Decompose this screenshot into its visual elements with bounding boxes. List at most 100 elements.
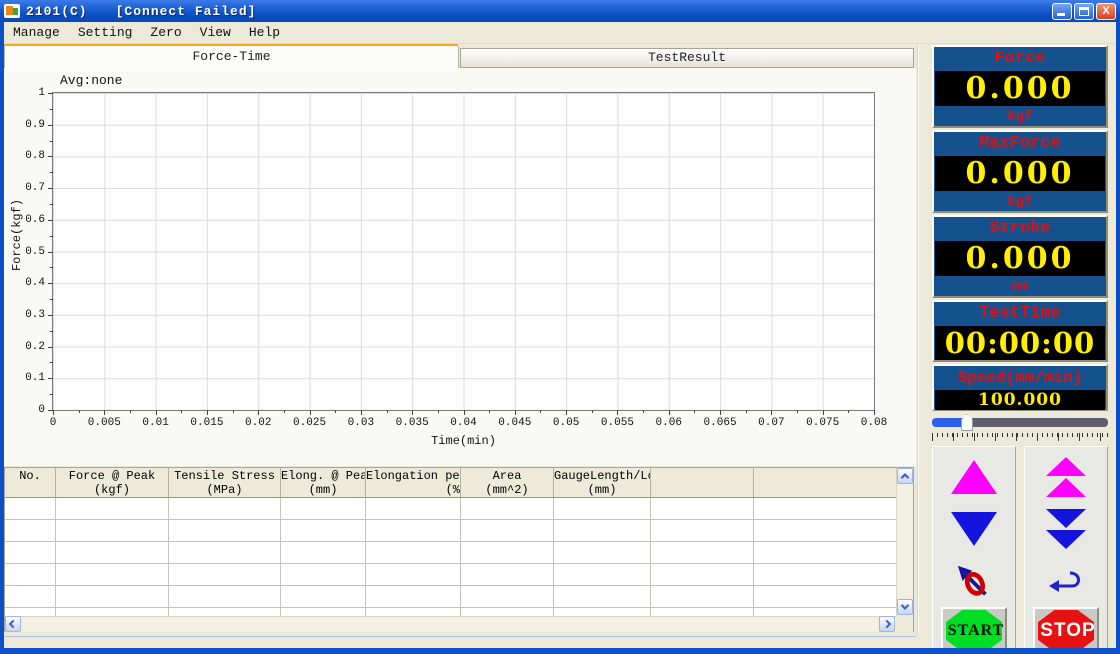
x-tick <box>464 410 465 415</box>
y-tick <box>48 283 53 284</box>
x-tick-label: 0.065 <box>704 417 737 429</box>
x-tick-label: 0.035 <box>396 417 429 429</box>
slider-tick-ruler <box>932 433 1108 442</box>
menu-view[interactable]: View <box>191 23 240 42</box>
menu-help[interactable]: Help <box>240 23 289 42</box>
x-tick-label: 0.015 <box>190 417 223 429</box>
stop-button[interactable]: STOP <box>1033 607 1099 648</box>
tab-test-result[interactable]: TestResult <box>460 48 914 68</box>
maximize-button[interactable] <box>1074 3 1094 20</box>
horizontal-scrollbar[interactable] <box>5 616 896 632</box>
results-table-body <box>5 498 896 616</box>
stroke-unit: mm <box>934 276 1106 299</box>
x-minor-tick <box>643 410 644 413</box>
testtime-label: TestTime <box>934 302 1106 326</box>
x-minor-tick <box>592 410 593 413</box>
table-cell <box>461 564 554 585</box>
x-tick-label: 0.055 <box>601 417 634 429</box>
x-minor-tick <box>694 410 695 413</box>
y-minor-tick <box>50 299 53 300</box>
y-tick-label: 0.2 <box>25 341 45 353</box>
return-button[interactable] <box>1030 563 1102 599</box>
y-tick-label: 0.9 <box>25 119 45 131</box>
table-cell <box>5 564 56 585</box>
titlebar[interactable]: 2101(C) [Connect Failed] X <box>0 0 1120 22</box>
column-header: Force @ Peak(kgf) <box>56 468 169 497</box>
jog-up-button[interactable] <box>938 453 1010 501</box>
y-tick <box>48 188 53 189</box>
y-tick <box>48 315 53 316</box>
fast-up-button[interactable] <box>1030 453 1102 501</box>
table-cell <box>651 586 754 607</box>
table-row[interactable] <box>5 564 896 586</box>
table-cell <box>169 498 281 519</box>
table-cell <box>554 542 651 563</box>
table-row[interactable] <box>5 586 896 608</box>
jog-column-right: STOP <box>1024 446 1108 648</box>
table-row[interactable] <box>5 542 896 564</box>
zero-clear-button[interactable] <box>938 563 1010 599</box>
table-cell <box>554 520 651 541</box>
x-tick-label: 0.04 <box>450 417 476 429</box>
y-tick-label: 0.3 <box>25 309 45 321</box>
tab-force-time[interactable]: Force-Time <box>4 46 459 68</box>
up-triangle-icon <box>951 460 997 494</box>
column-header: Area(mm^2) <box>461 468 554 497</box>
y-minor-tick <box>50 331 53 332</box>
control-panel: Force 0.000 kgf MaxForce 0.000 kgf Strok… <box>932 45 1108 648</box>
scroll-right-button[interactable] <box>879 616 895 632</box>
stop-button-label: STOP <box>1031 609 1105 648</box>
x-tick-label: 0.075 <box>806 417 839 429</box>
x-tick-label: 0.02 <box>245 417 271 429</box>
x-minor-tick <box>797 410 798 413</box>
fast-down-button[interactable] <box>1030 505 1102 553</box>
scroll-up-button[interactable] <box>897 468 913 484</box>
x-tick <box>258 410 259 415</box>
table-cell <box>366 520 461 541</box>
speed-slider-thumb[interactable] <box>961 414 973 431</box>
maxforce-readout: MaxForce 0.000 kgf <box>932 130 1108 213</box>
table-cell <box>56 586 169 607</box>
speed-slider-track[interactable] <box>932 418 1108 427</box>
column-header <box>651 468 754 497</box>
arrow-through-ring-icon <box>953 563 995 599</box>
table-cell <box>169 520 281 541</box>
menu-manage[interactable]: Manage <box>4 23 69 42</box>
speed-readout: Speed(mm/min) 100.000 <box>932 364 1108 411</box>
menu-zero[interactable]: Zero <box>141 23 190 42</box>
table-cell <box>461 608 554 616</box>
table-row[interactable] <box>5 498 896 520</box>
y-minor-tick <box>50 204 53 205</box>
speed-slider[interactable] <box>932 414 1108 431</box>
scroll-left-button[interactable] <box>5 616 21 632</box>
table-cell <box>754 542 896 563</box>
x-minor-tick <box>335 410 336 413</box>
jog-down-button[interactable] <box>938 505 1010 553</box>
table-cell <box>281 542 366 563</box>
vertical-scrollbar[interactable] <box>896 468 913 616</box>
scroll-down-button[interactable] <box>897 599 913 615</box>
start-button[interactable]: START <box>941 607 1007 648</box>
x-tick-label: 0.025 <box>293 417 326 429</box>
y-tick <box>48 125 53 126</box>
x-tick <box>156 410 157 415</box>
table-cell <box>56 542 169 563</box>
column-header: Elongation perc(% <box>366 468 461 497</box>
close-button[interactable]: X <box>1096 3 1116 20</box>
chevron-right-icon <box>883 620 891 628</box>
x-tick-label: 0.06 <box>656 417 682 429</box>
app-window: 2101(C) [Connect Failed] X Manage Settin… <box>0 0 1120 654</box>
y-tick <box>48 93 53 94</box>
table-row[interactable] <box>5 520 896 542</box>
table-row[interactable] <box>5 608 896 616</box>
table-cell <box>651 498 754 519</box>
menu-setting[interactable]: Setting <box>69 23 142 42</box>
table-cell <box>5 498 56 519</box>
table-cell <box>366 586 461 607</box>
table-cell <box>461 586 554 607</box>
app-icon[interactable] <box>4 4 20 18</box>
table-cell <box>461 498 554 519</box>
x-tick-label: 0.03 <box>348 417 374 429</box>
minimize-button[interactable] <box>1052 3 1072 20</box>
y-minor-tick <box>50 267 53 268</box>
